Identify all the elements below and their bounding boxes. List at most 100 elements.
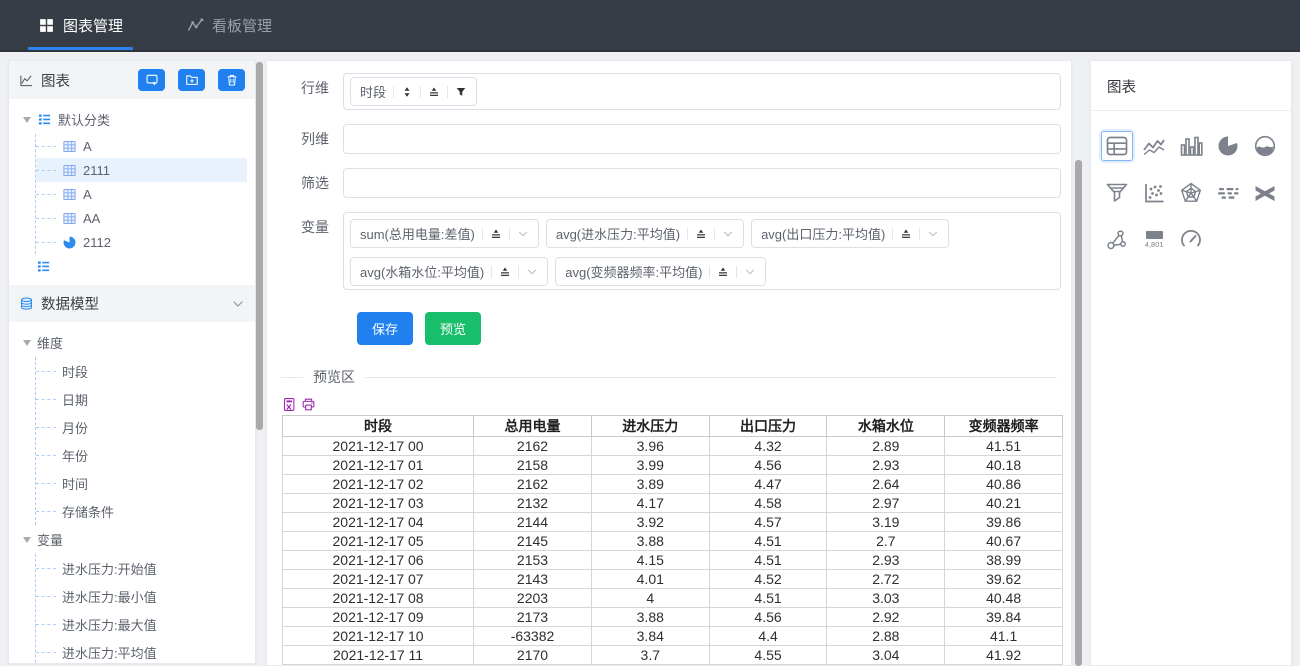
tree-item-variable[interactable]: 进水压力:开始值 <box>36 554 247 582</box>
table-cell: 4.17 <box>591 494 709 513</box>
tree-item-chart[interactable]: A <box>36 134 247 158</box>
chart-type-radar[interactable] <box>1175 178 1207 208</box>
rank-icon[interactable] <box>695 228 707 240</box>
main-scrollbar[interactable] <box>1075 160 1082 666</box>
chip-label: 时段 <box>360 82 386 101</box>
chart-type-bar[interactable] <box>1175 131 1207 161</box>
tab-chart-management[interactable]: 图表管理 <box>26 0 135 50</box>
chart-type-funnel[interactable] <box>1101 178 1133 208</box>
chart-type-pie[interactable] <box>1212 131 1244 161</box>
tab-dashboard-management[interactable]: 看板管理 <box>175 0 284 50</box>
tree-empty-category[interactable] <box>23 254 247 279</box>
variable-chip[interactable]: sum(总用电量:差值) <box>350 219 539 248</box>
tree-item-chart[interactable]: A <box>36 182 247 206</box>
sidebar-scrollbar[interactable] <box>256 62 263 430</box>
tree-item-chart[interactable]: 2112 <box>36 230 247 254</box>
variables-input[interactable]: sum(总用电量:差值) avg(进水压力:平均值) <box>343 212 1061 290</box>
tree-item-dimension[interactable]: 年份 <box>36 441 247 469</box>
chart-axis-icon <box>19 73 34 88</box>
trash-icon <box>225 73 239 87</box>
table-cell: 41.1 <box>945 627 1063 646</box>
tree-item-dimension[interactable]: 时间 <box>36 469 247 497</box>
tree-item-chart[interactable]: AA <box>36 206 247 230</box>
relation-graph-icon <box>1105 228 1129 252</box>
chart-type-table[interactable] <box>1101 131 1133 161</box>
rank-icon[interactable] <box>428 86 440 98</box>
add-folder-button[interactable] <box>178 69 205 91</box>
row-dim-chip[interactable]: 时段 <box>350 77 477 106</box>
chart-type-panel: 图表 4,801 <box>1090 60 1292 666</box>
chart-type-graph[interactable] <box>1101 225 1133 255</box>
pie-icon <box>62 235 77 250</box>
table-cell: 4.58 <box>709 494 827 513</box>
variable-chip[interactable]: avg(进水压力:平均值) <box>546 219 744 248</box>
col-dim-input[interactable] <box>343 124 1061 154</box>
tree-item-dimension[interactable]: 日期 <box>36 385 247 413</box>
tree-item-dimension[interactable]: 存储条件 <box>36 497 247 525</box>
tree-item-label: 年份 <box>62 446 88 465</box>
rank-icon[interactable] <box>900 228 912 240</box>
table-row: 2021-12-17 01 2158 3.99 4.56 2.93 40.18 <box>283 456 1063 475</box>
chevron-down-icon[interactable] <box>526 266 538 278</box>
chevron-down-icon[interactable] <box>927 228 939 240</box>
table-cell: 40.48 <box>945 589 1063 608</box>
tree-item-label: 进水压力:平均值 <box>62 643 157 662</box>
tree-category-default[interactable]: 默认分类 <box>23 105 247 134</box>
filter-funnel-icon[interactable] <box>455 86 467 98</box>
rank-icon[interactable] <box>499 266 511 278</box>
preview-section-title: 预览区 <box>313 367 355 387</box>
tree-item-dimension[interactable]: 月份 <box>36 413 247 441</box>
rank-icon[interactable] <box>490 228 502 240</box>
chart-type-scatter[interactable] <box>1138 178 1170 208</box>
table-cell: 2.88 <box>827 627 945 646</box>
chevron-down-icon[interactable] <box>231 297 245 311</box>
tree-group-variables[interactable]: 变量 <box>23 525 247 554</box>
tree-item-variable[interactable]: 进水压力:最小值 <box>36 582 247 610</box>
grid-icon <box>38 17 55 34</box>
tree-item-label: 2111 <box>83 163 110 178</box>
tree-item-dimension[interactable]: 时段 <box>36 357 247 385</box>
table-cell: 2.7 <box>827 532 945 551</box>
variable-chip[interactable]: avg(水箱水位:平均值) <box>350 257 548 286</box>
add-chart-button[interactable] <box>138 69 165 91</box>
table-row: 2021-12-17 11 2170 3.7 4.55 3.04 41.92 <box>283 646 1063 665</box>
chart-type-line[interactable] <box>1138 131 1170 161</box>
chart-type-grid: 4,801 <box>1091 111 1291 275</box>
tree-item-variable[interactable]: 进水压力:最大值 <box>36 610 247 638</box>
variable-chip[interactable]: avg(出口压力:平均值) <box>751 219 949 248</box>
variables-label: 变量 <box>281 212 343 242</box>
table-cell: 3.04 <box>827 646 945 665</box>
chevron-down-icon[interactable] <box>722 228 734 240</box>
tree-group-dimensions[interactable]: 维度 <box>23 328 247 357</box>
filter-input[interactable] <box>343 168 1061 198</box>
tree-item-chart-selected[interactable]: 2111 <box>36 158 247 182</box>
table-cell: 2.89 <box>827 437 945 456</box>
chart-type-sankey[interactable] <box>1249 178 1281 208</box>
table-cell: 3.88 <box>591 532 709 551</box>
caret-down-icon[interactable] <box>23 117 31 123</box>
table-cell: 4.55 <box>709 646 827 665</box>
variable-chip[interactable]: avg(变频器频率:平均值) <box>555 257 766 286</box>
chip-label: avg(进水压力:平均值) <box>556 224 680 243</box>
caret-down-icon[interactable] <box>23 537 31 543</box>
preview-button[interactable]: 预览 <box>425 312 481 345</box>
print-icon[interactable] <box>301 397 316 412</box>
tree-item-variable[interactable]: 进水压力:平均值 <box>36 638 247 664</box>
chart-type-parallel[interactable] <box>1212 178 1244 208</box>
chart-type-card[interactable]: 4,801 <box>1138 225 1170 255</box>
delete-button[interactable] <box>218 69 245 91</box>
table-body: 2021-12-17 00 2162 3.96 4.32 2.89 41.51 … <box>283 437 1063 666</box>
chevron-down-icon[interactable] <box>517 228 529 240</box>
table-cell: 40.67 <box>945 532 1063 551</box>
sort-icon[interactable] <box>401 86 413 98</box>
save-button[interactable]: 保存 <box>357 312 413 345</box>
chevron-down-icon[interactable] <box>744 266 756 278</box>
table-cell: 4.4 <box>709 627 827 646</box>
excel-export-icon[interactable] <box>282 397 297 412</box>
data-model-header[interactable]: 数据模型 <box>9 285 255 322</box>
caret-down-icon[interactable] <box>23 340 31 346</box>
chart-type-gauge[interactable] <box>1175 225 1207 255</box>
rank-icon[interactable] <box>717 266 729 278</box>
chart-type-liquid[interactable] <box>1249 131 1281 161</box>
row-dim-input[interactable]: 时段 <box>343 73 1061 110</box>
